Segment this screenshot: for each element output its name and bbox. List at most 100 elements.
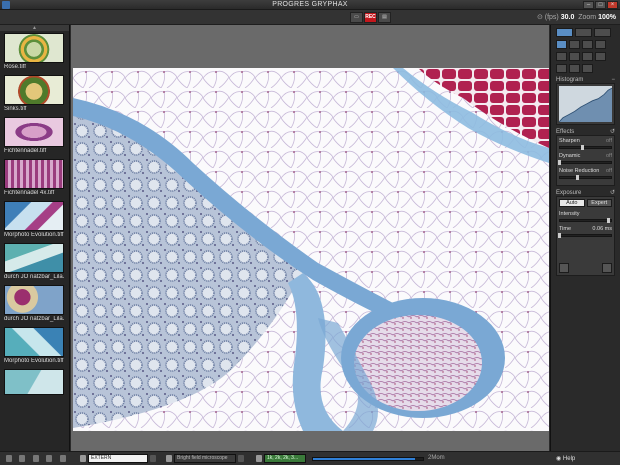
- export-icon[interactable]: [582, 64, 593, 73]
- help-icon: ◉: [556, 456, 562, 462]
- main-toolbar: ▭ REC ▤ ⊙ (fps) 30.0 Zoom 100%: [0, 10, 620, 25]
- fx-icon[interactable]: [582, 40, 593, 49]
- zoom-value: 100%: [598, 14, 616, 21]
- frame-icon[interactable]: [556, 64, 567, 73]
- tissue-illustration: [73, 68, 549, 431]
- control-panel: Histogram − Effects ↺ Sharpen off Dynamic of…: [550, 25, 620, 451]
- exposure-section: Exposure ↺ Auto Expert Intensity Time 0.06…: [556, 189, 615, 276]
- collapse-icon[interactable]: −: [611, 77, 615, 83]
- rotate-icon[interactable]: [46, 455, 52, 462]
- thumbnail-item[interactable]: durch JO natzbar_Lila...: [4, 243, 64, 280]
- intensity-slider-knob[interactable]: [606, 218, 610, 223]
- image-viewer[interactable]: [71, 25, 549, 451]
- reset-icon[interactable]: ↺: [610, 128, 615, 135]
- thumbnail-image: [4, 117, 64, 147]
- device-dropdown-icon[interactable]: [238, 455, 244, 462]
- profile-dropdown-icon[interactable]: [150, 455, 156, 462]
- time-slider-knob[interactable]: [558, 233, 561, 238]
- measure-icon[interactable]: [569, 52, 580, 61]
- dynamic-unit: off: [605, 153, 612, 159]
- thumbnail-image: [4, 75, 64, 105]
- thumbnail-item[interactable]: durch JO natzbar_Lila...: [4, 285, 64, 322]
- color-icon[interactable]: [556, 52, 567, 61]
- status-readout: ⊙ (fps) 30.0 Zoom 100%: [537, 13, 616, 21]
- dynamic-slider-knob[interactable]: [558, 160, 561, 165]
- gallery-view-icon[interactable]: [575, 28, 592, 37]
- thumbnail-item[interactable]: Morphoto Evolution.tiff: [4, 201, 64, 238]
- zoom-label: Zoom: [578, 14, 597, 21]
- window-title: PROGRES GRYPHAX: [272, 1, 348, 8]
- record-button[interactable]: REC: [364, 12, 377, 23]
- intensity-control: Intensity: [559, 211, 612, 223]
- thumbnail-item[interactable]: Rose.tiff: [4, 33, 64, 70]
- dynamic-slider[interactable]: [558, 160, 612, 165]
- crop-icon[interactable]: [582, 52, 593, 61]
- profile-field[interactable]: EXTERN: [88, 454, 148, 463]
- histogram-graph: [558, 86, 613, 123]
- noise-slider-knob[interactable]: [575, 175, 579, 180]
- thumbnail-panel: ▲ Rose.tiff Sinks.tiff Fichtennadel.tiff…: [0, 25, 70, 451]
- compare-view-icon[interactable]: [594, 28, 611, 37]
- thumbnail-label: Fichtennadel.tiff: [4, 148, 47, 154]
- close-button[interactable]: ×: [607, 1, 618, 9]
- histogram-icon[interactable]: [595, 40, 606, 49]
- thumbnail-label: Morphoto Evolution.tiff: [4, 232, 64, 238]
- intensity-label: Intensity: [559, 211, 580, 217]
- microscope-icon: [166, 455, 172, 462]
- histogram-title: Histogram: [556, 76, 584, 83]
- thumbnail-image: [4, 159, 64, 189]
- thumbnail-item[interactable]: Fichtennadel.tiff: [4, 117, 64, 154]
- expert-mode-button[interactable]: Expert: [586, 199, 612, 207]
- sharpen-slider-knob[interactable]: [580, 145, 584, 150]
- thumbnail-item[interactable]: [4, 369, 64, 395]
- minimize-button[interactable]: –: [583, 1, 594, 9]
- noise-slider[interactable]: [559, 175, 612, 180]
- thumbnail-item[interactable]: Sinks.tiff: [4, 75, 64, 112]
- time-label: Time: [559, 226, 572, 232]
- microscope-image[interactable]: [73, 68, 549, 431]
- snapshot-button[interactable]: ▭: [350, 12, 363, 23]
- help-link[interactable]: ◉ Help: [556, 455, 575, 462]
- exposure-title: Exposure: [556, 189, 582, 196]
- trash-icon[interactable]: [60, 455, 66, 462]
- thumbnail-item[interactable]: Morphoto Evolution.tiff: [4, 327, 64, 364]
- white-balance-icon[interactable]: [559, 263, 569, 273]
- noise-unit: off: [605, 168, 612, 174]
- thumbnail-image: [4, 369, 64, 395]
- save-icon[interactable]: [19, 455, 25, 462]
- fps-value: 30.0: [560, 14, 575, 21]
- delete-icon[interactable]: [33, 455, 39, 462]
- thumbnail-item[interactable]: Fichtennadel 4x.tiff: [4, 159, 64, 196]
- grid-icon[interactable]: [569, 40, 580, 49]
- auto-mode-button[interactable]: Auto: [559, 199, 585, 207]
- resolution-icon: [256, 455, 262, 462]
- dynamic-label: Dynamic: [559, 153, 581, 159]
- noise-control: Noise Reduction off: [559, 168, 612, 180]
- pen-icon[interactable]: [595, 52, 606, 61]
- thumbnail-label: Morphoto Evolution.tiff: [4, 358, 64, 364]
- thumbnail-image: [4, 285, 64, 315]
- thumbnail-image: [4, 243, 64, 273]
- camera-view-icon[interactable]: [556, 28, 573, 37]
- scroll-up-icon[interactable]: ▲: [0, 25, 69, 31]
- aperture-icon[interactable]: [556, 40, 567, 49]
- thumbnail-label: Sinks.tiff: [4, 106, 27, 112]
- thumbnail-label: Fichtennadel 4x.tiff: [4, 190, 55, 196]
- time-control: Time 0.06 ms: [558, 226, 612, 238]
- apply-icon[interactable]: [602, 263, 612, 273]
- folder-icon[interactable]: [6, 455, 12, 462]
- settings-button[interactable]: ▤: [378, 12, 391, 23]
- resolution-select[interactable]: 1k, 2k, 2k, 3...: [264, 454, 306, 463]
- thumbnail-label: durch JO natzbar_Lila...: [4, 274, 64, 280]
- thumbnail-label: durch JO natzbar_Lila...: [4, 316, 64, 322]
- snapshot-icon[interactable]: [569, 64, 580, 73]
- maximize-button[interactable]: □: [595, 1, 606, 9]
- intensity-slider[interactable]: [559, 218, 612, 223]
- device-select[interactable]: Bright field microscope: [174, 454, 236, 463]
- fps-icon: ⊙: [536, 14, 543, 21]
- profile-icon: [80, 455, 86, 462]
- dynamic-control: Dynamic off: [558, 153, 612, 165]
- time-slider[interactable]: [558, 233, 612, 238]
- reset-icon[interactable]: ↺: [610, 189, 615, 196]
- sharpen-slider[interactable]: [559, 145, 612, 150]
